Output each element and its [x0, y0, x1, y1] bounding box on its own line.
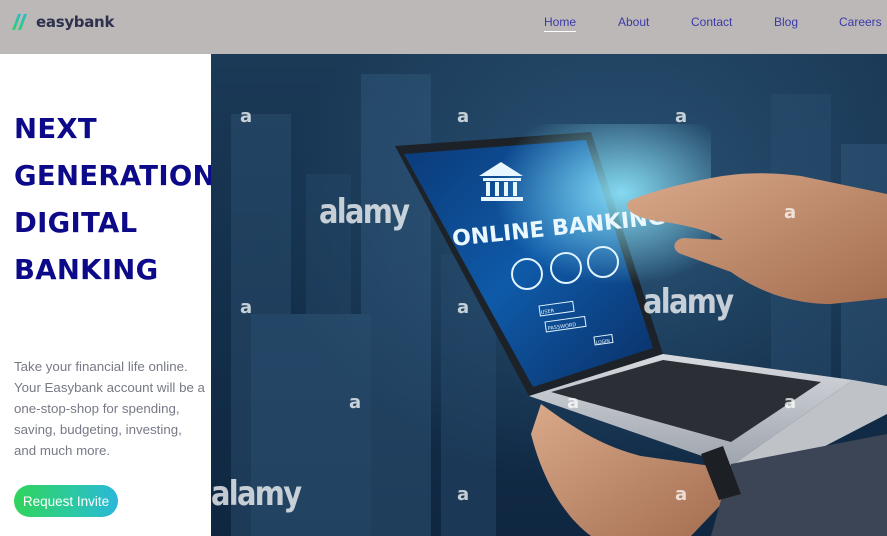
- watermark-letter: a: [349, 392, 362, 413]
- hero-image: ONLINE BANKING USER PASSWORD LOGIN a a a…: [211, 54, 887, 536]
- hero-headline: NEXT GENERATION DIGITAL BANKING: [14, 106, 216, 294]
- watermark-letter: a: [240, 297, 253, 318]
- nav-link-contact[interactable]: Contact: [691, 15, 732, 29]
- watermark-word: alamy: [319, 192, 410, 232]
- watermark-letter: a: [240, 106, 253, 127]
- watermark-letter: a: [675, 106, 688, 127]
- headline-line: GENERATION: [14, 160, 216, 192]
- watermark-letter: a: [457, 484, 470, 505]
- intro-line: and much more.: [14, 443, 111, 458]
- request-invite-button[interactable]: Request Invite: [14, 485, 118, 517]
- headline-line: NEXT: [14, 113, 97, 145]
- watermark-letter: a: [784, 392, 797, 413]
- site-header: easybank Home About Contact Blog Careers: [0, 0, 887, 54]
- nav-link-careers[interactable]: Careers: [839, 15, 882, 29]
- nav-link-blog[interactable]: Blog: [774, 15, 798, 29]
- main-nav: Home About Contact Blog Careers: [0, 0, 887, 54]
- intro-line: Take your financial life online.: [14, 359, 188, 374]
- watermark-letter: a: [457, 297, 470, 318]
- watermark-word: alamy: [211, 474, 302, 514]
- watermark-letter: a: [675, 484, 688, 505]
- watermark-letter: a: [567, 392, 580, 413]
- nav-link-home[interactable]: Home: [544, 15, 577, 32]
- watermark-letter: a: [784, 202, 797, 223]
- intro-line: Your Easybank account will be a: [14, 380, 205, 395]
- laptop-online-banking-illustration: ONLINE BANKING USER PASSWORD LOGIN: [231, 74, 887, 536]
- hero-intro-text: Take your financial life online. Your Ea…: [14, 356, 214, 461]
- headline-line: DIGITAL: [14, 207, 138, 239]
- intro-line: one-stop-shop for spending,: [14, 401, 180, 416]
- watermark-letter: a: [457, 106, 470, 127]
- hero-text-panel: NEXT GENERATION DIGITAL BANKING Take you…: [0, 54, 216, 536]
- watermark-word: alamy: [643, 282, 734, 322]
- headline-line: BANKING: [14, 254, 159, 286]
- nav-link-about[interactable]: About: [618, 15, 649, 29]
- intro-line: saving, budgeting, investing,: [14, 422, 182, 437]
